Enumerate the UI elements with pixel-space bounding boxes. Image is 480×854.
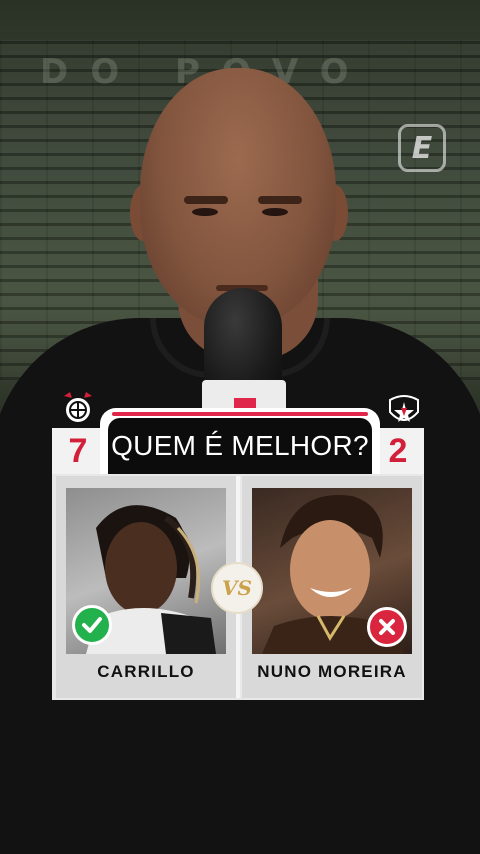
left-score: 7 [52, 428, 104, 474]
player-name-right: NUNO MOREIRA [257, 662, 407, 681]
brow-left [184, 196, 228, 204]
vs-label: VS [222, 576, 252, 600]
title-accent-line [112, 412, 368, 416]
check-icon[interactable] [72, 605, 112, 645]
espn-e-icon: E [398, 124, 446, 172]
brow-right [258, 196, 302, 204]
player-card-right[interactable]: NUNO MOREIRA [242, 476, 422, 698]
comparison-title: QUEM É MELHOR? [111, 430, 369, 461]
vs-icon: VS [211, 562, 263, 614]
x-icon[interactable] [367, 607, 407, 647]
player-card-left[interactable]: CARRILLO [56, 476, 236, 698]
corinthians-crest-icon [56, 388, 100, 428]
player-name-left: CARRILLO [97, 662, 195, 681]
eye-right [262, 208, 288, 216]
espn-glyph: E [411, 130, 433, 166]
vasco-crest-icon [382, 390, 426, 430]
eye-left [192, 208, 218, 216]
title-bar: QUEM É MELHOR? [108, 418, 372, 474]
